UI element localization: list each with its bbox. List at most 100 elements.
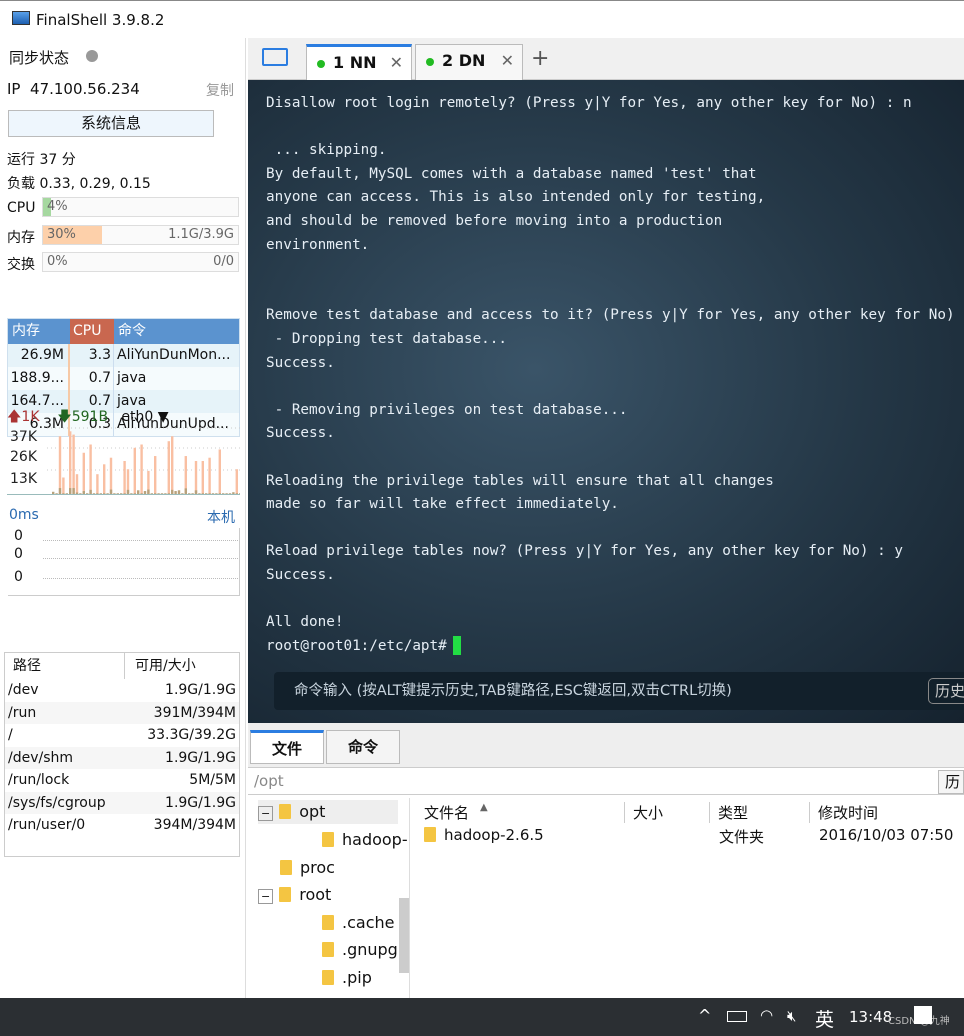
open-folder-icon[interactable] <box>262 48 288 66</box>
process-row[interactable]: 26.9M 3.3 AliYunDunMon... <box>8 344 239 367</box>
download-bar <box>79 493 82 494</box>
add-tab-button[interactable]: + <box>531 46 549 71</box>
download-bar <box>143 491 147 494</box>
show-hidden-icons-icon[interactable]: ^ <box>698 1006 711 1025</box>
col-path[interactable]: 路径 <box>5 653 125 679</box>
tree-node-label: proc <box>300 858 335 877</box>
sync-status-label: 同步状态 <box>9 49 70 67</box>
tree-node-proc[interactable]: proc <box>258 856 335 880</box>
ping-host[interactable]: 本机 <box>207 507 235 527</box>
upload-bar <box>171 436 174 494</box>
download-bar <box>130 493 133 494</box>
tab-1-nn[interactable]: 1 NN ✕ <box>306 44 412 80</box>
download-bar <box>147 489 150 494</box>
notifications-icon[interactable] <box>914 1006 932 1024</box>
terminal-line: By default, MySQL comes with a database … <box>266 165 757 182</box>
close-icon[interactable]: ✕ <box>501 45 514 77</box>
tree-node-hadoop[interactable]: hadoop- <box>300 828 408 852</box>
close-icon[interactable]: ✕ <box>390 47 403 79</box>
ime-indicator[interactable]: 英 <box>815 1005 834 1032</box>
disk-row[interactable]: /run 391M/394M <box>5 701 239 724</box>
path-input[interactable]: /opt <box>248 767 964 795</box>
muted-speaker-icon[interactable]: 🔇︎ <box>787 1007 796 1025</box>
download-bar <box>154 493 157 494</box>
download-bar <box>164 493 167 494</box>
terminal-line: All done! <box>266 614 344 631</box>
tab-2-dn[interactable]: 2 DN ✕ <box>415 44 523 80</box>
collapse-icon[interactable]: − <box>258 889 274 904</box>
clock[interactable]: 13:48 <box>849 1008 892 1026</box>
tab-files[interactable]: 文件 <box>250 730 324 764</box>
download-bar <box>215 493 218 494</box>
download-bar <box>99 493 102 494</box>
tree-node-label: .pip <box>342 968 372 987</box>
cursor <box>452 636 461 656</box>
history-button[interactable]: 历 <box>938 770 964 794</box>
disk-size: 1.9G/1.9G <box>165 794 236 811</box>
disk-path: /dev/shm <box>8 749 74 766</box>
col-size[interactable]: 大小 <box>624 802 663 823</box>
disk-size: 394M/394M <box>153 817 236 833</box>
download-bar <box>232 492 235 494</box>
sync-status-dot <box>86 50 98 62</box>
download-bar <box>160 493 164 494</box>
download-bar <box>167 493 170 494</box>
command-input[interactable]: 命令输入 (按ALT键提示历史,TAB键路径,ESC键返回,双击CTRL切换) <box>274 672 964 710</box>
tree-node-opt[interactable]: − opt <box>258 800 398 824</box>
disk-row[interactable]: /dev/shm 1.9G/1.9G <box>5 746 239 769</box>
col-cpu[interactable]: CPU <box>70 319 114 344</box>
download-bar <box>205 493 208 494</box>
disk-row[interactable]: / 33.3G/39.2G <box>5 724 239 747</box>
upload-bar <box>167 441 170 494</box>
download-bar <box>109 489 113 494</box>
battery-icon[interactable] <box>727 1011 747 1022</box>
col-type[interactable]: 类型 <box>709 802 748 823</box>
terminal-line: - Dropping test database... <box>266 330 508 347</box>
col-mtime[interactable]: 修改时间 <box>809 802 878 823</box>
disk-row[interactable]: /run/user/0 394M/394M <box>5 814 239 837</box>
download-bar <box>106 493 109 494</box>
upload-bar <box>96 474 99 494</box>
process-row[interactable]: 188.9... 0.7 java <box>8 367 239 390</box>
tree-scrollbar[interactable] <box>399 898 409 973</box>
download-bar <box>65 493 68 494</box>
directory-tree: − opt hadoop-proc − root .cache .gnupg .pip <box>248 798 410 998</box>
download-bar <box>86 493 89 494</box>
dropdown-arrow-icon[interactable]: ▼ <box>153 409 169 425</box>
disk-row[interactable]: /sys/fs/cgroup 1.9G/1.9G <box>5 791 239 814</box>
col-command[interactable]: 命令 <box>114 319 239 344</box>
system-info-button[interactable]: 系统信息 <box>8 110 214 137</box>
tab-commands[interactable]: 命令 <box>326 730 400 764</box>
col-memory[interactable]: 内存 <box>8 319 70 344</box>
download-bar <box>208 493 211 494</box>
upload-bar <box>184 456 187 494</box>
download-bar <box>113 493 116 494</box>
disk-row[interactable]: /run/lock 5M/5M <box>5 769 239 792</box>
tree-node-cache[interactable]: .cache <box>300 911 394 935</box>
disk-size: 33.3G/39.2G <box>147 727 236 743</box>
col-size[interactable]: 可用/大小 <box>125 653 196 679</box>
download-bar <box>201 493 204 494</box>
copy-ip-button[interactable]: 复制 <box>206 80 234 100</box>
folder-icon <box>424 827 436 842</box>
tree-node-gnupg[interactable]: .gnupg <box>300 938 398 962</box>
wifi-icon[interactable]: ◠ <box>760 1006 773 1024</box>
cpu-label: CPU <box>7 200 36 216</box>
disk-row[interactable]: /dev 1.9G/1.9G <box>5 679 239 702</box>
download-bar <box>218 493 221 494</box>
tree-node-root[interactable]: − root <box>258 883 331 907</box>
net-tick-label: 37K <box>10 429 38 445</box>
process-memory: 188.9... <box>8 367 70 390</box>
download-bar <box>58 488 62 494</box>
terminal[interactable]: Disallow root login remotely? (Press y|Y… <box>248 80 964 723</box>
history-button[interactable]: 历史 <box>928 678 964 704</box>
file-row[interactable]: hadoop-2.6.5 文件夹 2016/10/03 07:50 <box>414 824 964 848</box>
collapse-icon[interactable]: − <box>258 806 274 821</box>
folder-icon <box>280 860 292 875</box>
tree-node-pip[interactable]: .pip <box>300 966 372 990</box>
folder-icon <box>322 832 334 847</box>
download-bar <box>72 488 75 494</box>
col-filename[interactable]: 文件名 <box>424 802 469 823</box>
swap-usage-bar: 0% 0/0 <box>42 252 239 272</box>
interface-select[interactable]: eth0 <box>121 409 153 425</box>
